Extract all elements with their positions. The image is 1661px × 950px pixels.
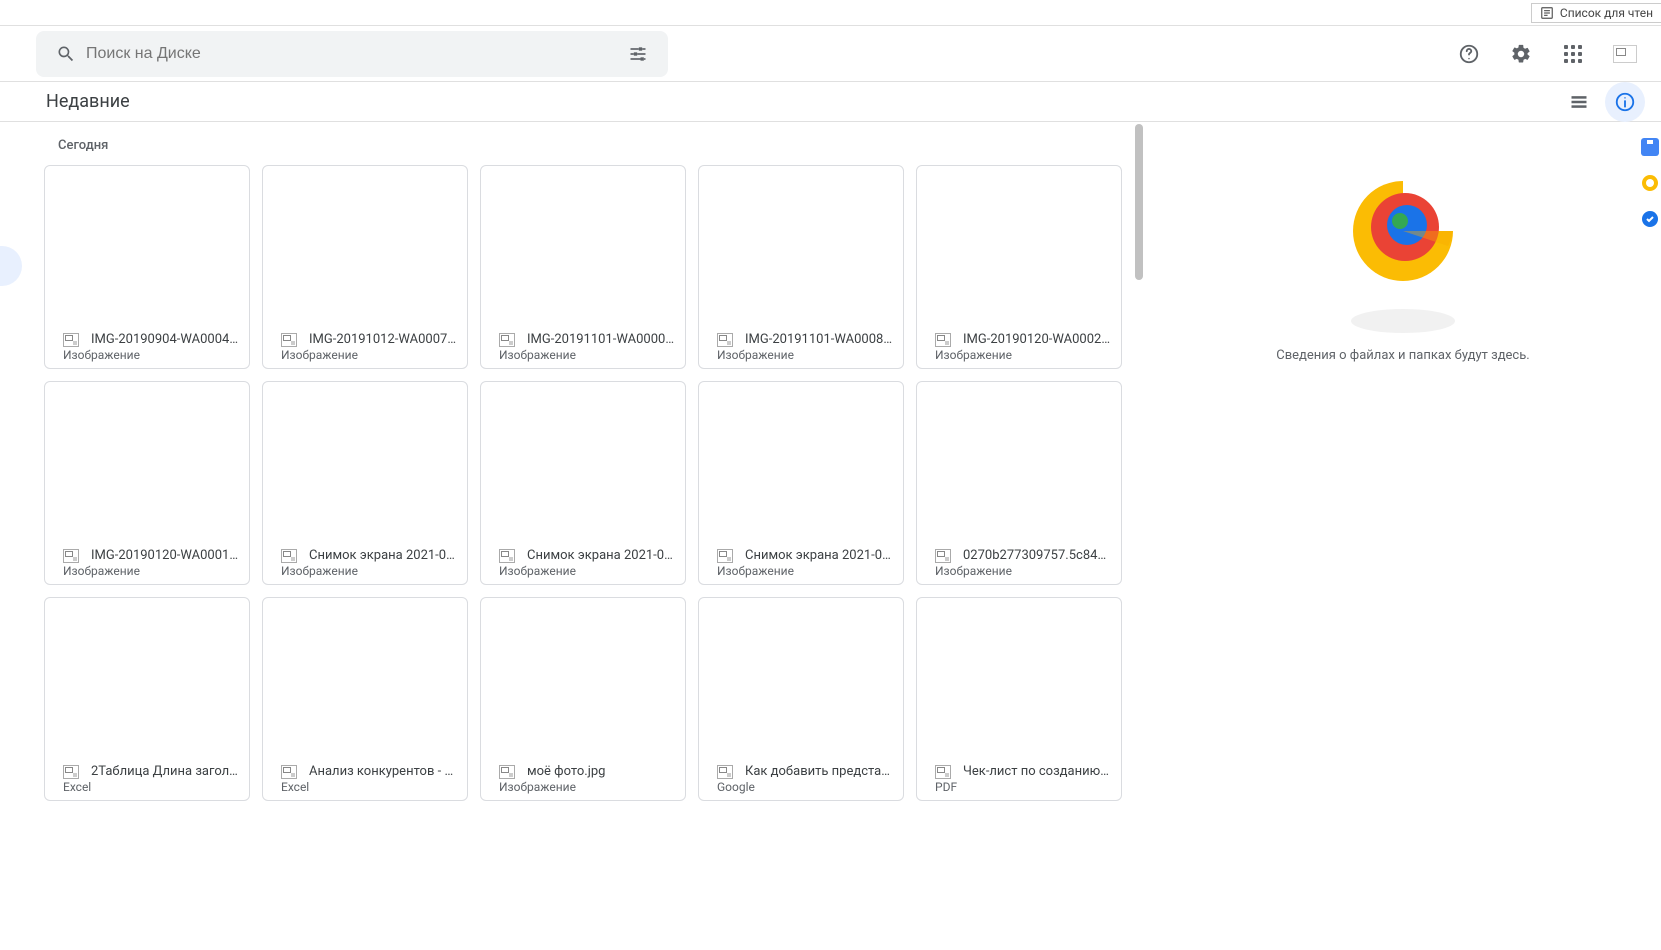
file-thumb-broken-icon	[935, 333, 951, 347]
file-card[interactable]: Чек-лист по созданию Р...PDF	[916, 597, 1122, 801]
file-card[interactable]: Анализ конкурентов - ки...Excel	[262, 597, 468, 801]
file-name: моё фото.jpg	[527, 764, 605, 779]
details-panel: Сведения о файлах и папках будут здесь.	[1145, 122, 1661, 950]
scrollbar-thumb[interactable]	[1135, 124, 1143, 280]
file-name: Как добавить представи...	[745, 764, 893, 779]
file-card[interactable]: 2Таблица Длина заголов...Excel	[44, 597, 250, 801]
file-card[interactable]: IMG-20190120-WA0002.jpgИзображение	[916, 165, 1122, 369]
file-name: IMG-20190120-WA0002.jpg	[963, 332, 1111, 347]
rail-app-2[interactable]	[1641, 174, 1659, 192]
search-tune-icon[interactable]	[618, 44, 658, 64]
browser-bookmarks-bar: Список для чтен	[0, 0, 1661, 26]
file-name: IMG-20191101-WA0000.jp...	[527, 332, 675, 347]
file-type: Изображение	[499, 780, 675, 794]
file-name: Снимок экрана 2021-04-...	[745, 548, 893, 563]
file-type: Изображение	[935, 348, 1111, 362]
file-card[interactable]: Как добавить представи...Google	[698, 597, 904, 801]
reading-list-icon	[1540, 6, 1554, 20]
file-grid: IMG-20190904-WA0004.jpgИзображениеIMG-20…	[44, 165, 1145, 801]
file-card[interactable]: IMG-20190120-WA0001.jpgИзображение	[44, 381, 250, 585]
file-name: IMG-20190904-WA0004.jpg	[91, 332, 239, 347]
details-illustration	[1323, 156, 1483, 346]
scrollbar[interactable]	[1133, 122, 1145, 950]
help-icon[interactable]	[1449, 34, 1489, 74]
file-type: Excel	[63, 780, 239, 794]
file-name: 0270b277309757.5c849d...	[963, 548, 1111, 563]
account-avatar[interactable]	[1605, 34, 1645, 74]
file-thumb-broken-icon	[63, 333, 79, 347]
rail-app-1[interactable]	[1641, 138, 1659, 156]
settings-gear-icon[interactable]	[1501, 34, 1541, 74]
file-thumb-broken-icon	[717, 765, 733, 779]
file-name: Снимок экрана 2021-04-...	[309, 548, 457, 563]
file-card[interactable]: Снимок экрана 2021-04-...Изображение	[698, 381, 904, 585]
file-card[interactable]: Снимок экрана 2021-04-...Изображение	[480, 381, 686, 585]
page-subheader: Недавние	[0, 82, 1661, 122]
side-rail	[1639, 138, 1661, 228]
search-bar[interactable]	[36, 31, 668, 77]
file-thumb-broken-icon	[717, 333, 733, 347]
section-label: Сегодня	[44, 134, 1145, 165]
file-type: Изображение	[717, 564, 893, 578]
file-thumb-broken-icon	[281, 549, 297, 563]
file-card[interactable]: моё фото.jpgИзображение	[480, 597, 686, 801]
file-card[interactable]: IMG-20191101-WA0008.jpgИзображение	[698, 165, 904, 369]
file-type: Изображение	[63, 564, 239, 578]
file-thumb-broken-icon	[499, 765, 515, 779]
file-name: IMG-20190120-WA0001.jpg	[91, 548, 239, 563]
info-panel-toggle-icon[interactable]	[1605, 82, 1645, 122]
file-type: Изображение	[499, 348, 675, 362]
file-type: Google	[717, 780, 893, 794]
file-name: IMG-20191101-WA0008.jpg	[745, 332, 893, 347]
file-thumb-broken-icon	[63, 765, 79, 779]
header-actions	[1449, 34, 1645, 74]
file-thumb-broken-icon	[281, 333, 297, 347]
main-content: Сегодня IMG-20190904-WA0004.jpgИзображен…	[0, 122, 1145, 950]
file-name: Анализ конкурентов - ки...	[309, 764, 457, 779]
file-type: Изображение	[499, 564, 675, 578]
file-thumb-broken-icon	[935, 549, 951, 563]
file-card[interactable]: 0270b277309757.5c849d...Изображение	[916, 381, 1122, 585]
view-controls	[1559, 82, 1645, 122]
page-title: Недавние	[46, 91, 130, 112]
file-type: Изображение	[281, 564, 457, 578]
file-type: Excel	[281, 780, 457, 794]
file-type: Изображение	[717, 348, 893, 362]
list-view-icon[interactable]	[1559, 82, 1599, 122]
file-type: Изображение	[63, 348, 239, 362]
file-thumb-broken-icon	[499, 333, 515, 347]
rail-app-3[interactable]	[1641, 210, 1659, 228]
file-type: Изображение	[935, 564, 1111, 578]
file-thumb-broken-icon	[935, 765, 951, 779]
broken-image-icon	[1613, 45, 1637, 63]
file-thumb-broken-icon	[281, 765, 297, 779]
file-thumb-broken-icon	[499, 549, 515, 563]
file-card[interactable]: Снимок экрана 2021-04-...Изображение	[262, 381, 468, 585]
search-input[interactable]	[86, 45, 618, 63]
file-name: IMG-20191012-WA0007.jpg	[309, 332, 457, 347]
reading-list-button[interactable]: Список для чтен	[1531, 3, 1661, 23]
file-name: 2Таблица Длина заголов...	[91, 764, 239, 779]
app-header	[0, 26, 1661, 82]
file-name: Чек-лист по созданию Р...	[963, 764, 1111, 779]
file-type: PDF	[935, 780, 1111, 794]
google-apps-icon[interactable]	[1553, 34, 1593, 74]
file-thumb-broken-icon	[717, 549, 733, 563]
search-icon[interactable]	[46, 44, 86, 64]
reading-list-label: Список для чтен	[1560, 6, 1653, 20]
file-card[interactable]: IMG-20190904-WA0004.jpgИзображение	[44, 165, 250, 369]
file-name: Снимок экрана 2021-04-...	[527, 548, 675, 563]
file-thumb-broken-icon	[63, 549, 79, 563]
file-type: Изображение	[281, 348, 457, 362]
file-card[interactable]: IMG-20191101-WA0000.jp...Изображение	[480, 165, 686, 369]
file-card[interactable]: IMG-20191012-WA0007.jpgИзображение	[262, 165, 468, 369]
